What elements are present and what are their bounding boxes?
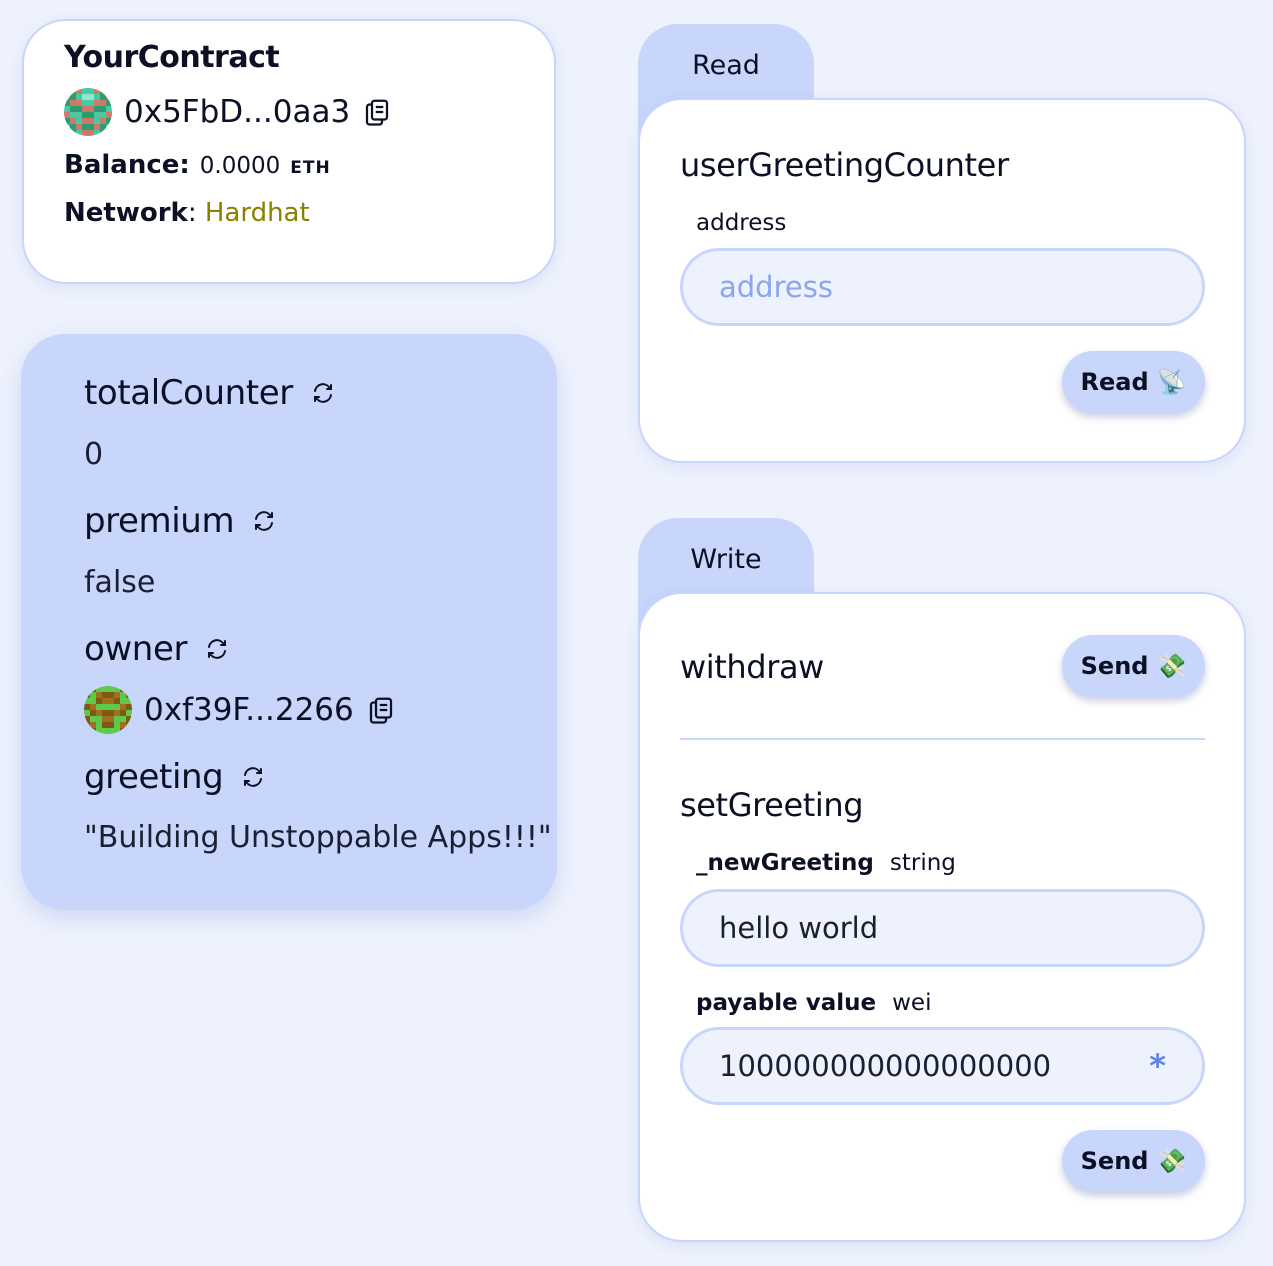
owner-address[interactable]: 0xf39F...2266 (144, 692, 354, 728)
money-icon: 💸 (1156, 652, 1187, 680)
owner-avatar (84, 686, 132, 734)
refresh-icon[interactable] (311, 381, 335, 405)
variable-value: "Building Unstoppable Apps!!!" (84, 820, 552, 855)
satellite-icon: 📡 (1156, 368, 1187, 396)
address-input[interactable]: address (680, 248, 1205, 326)
withdraw-send-button[interactable]: Send 💸 (1062, 635, 1205, 697)
refresh-icon[interactable] (205, 637, 229, 661)
contract-avatar (64, 88, 112, 136)
payable-label: payable value wei (696, 990, 932, 1016)
payable-input-value: 100000000000000000 (719, 1049, 1052, 1083)
network-row: Network: Hardhat (64, 198, 310, 228)
variable-name: premium (84, 501, 276, 541)
read-function-name: userGreetingCounter (680, 146, 1009, 184)
address-placeholder: address (719, 270, 833, 304)
refresh-icon[interactable] (252, 509, 276, 533)
setgreeting-send-button[interactable]: Send 💸 (1062, 1130, 1205, 1192)
divider (680, 738, 1205, 740)
network-label: Network (64, 198, 188, 228)
balance-unit: ETH (290, 158, 331, 178)
withdraw-function-name: withdraw (680, 648, 824, 686)
contract-address[interactable]: 0x5FbD...0aa3 (124, 94, 350, 130)
money-icon: 💸 (1156, 1147, 1187, 1175)
greeting-input[interactable]: hello world (680, 889, 1205, 967)
variable-name: owner (84, 629, 229, 669)
variable-name: totalCounter (84, 373, 335, 413)
read-button[interactable]: Read 📡 (1062, 351, 1205, 413)
refresh-icon[interactable] (241, 765, 265, 789)
setgreeting-function-name: setGreeting (680, 786, 864, 824)
variable-value: false (84, 565, 156, 600)
contract-address-row: 0x5FbD...0aa3 (64, 88, 392, 136)
copy-icon[interactable] (366, 694, 396, 726)
owner-address-row: 0xf39F...2266 (84, 686, 396, 734)
network-value: Hardhat (204, 198, 310, 228)
balance-value: 0.0000 (199, 153, 281, 179)
copy-icon[interactable] (362, 96, 392, 128)
contract-name: YourContract (64, 40, 280, 75)
balance-row: Balance: 0.0000 ETH (64, 150, 331, 180)
greeting-input-value: hello world (719, 911, 879, 945)
variable-name: greeting (84, 757, 265, 797)
multiply-button[interactable]: * (1149, 1047, 1166, 1085)
read-param-label: address (696, 210, 787, 236)
variable-value: 0 (84, 437, 104, 472)
balance-label: Balance: (64, 150, 190, 180)
greeting-param-label: _newGreeting string (696, 850, 956, 876)
payable-value-input[interactable]: 100000000000000000 * (680, 1027, 1205, 1105)
